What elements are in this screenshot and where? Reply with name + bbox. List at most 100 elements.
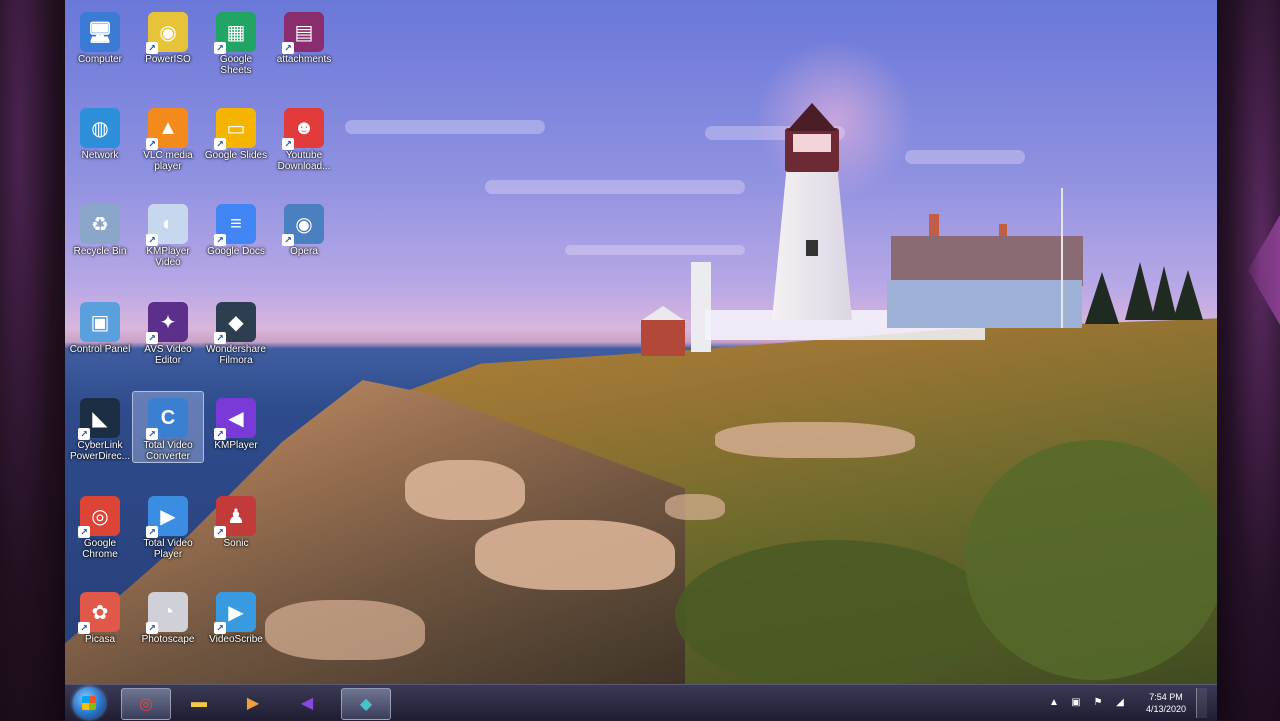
recording-frame-right: [1217, 0, 1280, 720]
folder-icon: ▬: [191, 694, 207, 711]
desktop-icon-label: Google Sheets: [219, 54, 253, 76]
recording-frame-left: [0, 0, 65, 720]
desktop-icon-videoscribe[interactable]: ▶ ↗ VideoScribe: [201, 586, 271, 645]
desktop-icon-label: Sonic: [223, 538, 249, 549]
desktop-icon-label: Total Video Player: [143, 538, 193, 560]
powerdirector-icon: ◣ ↗: [78, 398, 120, 440]
chrome-icon: ◎: [139, 696, 153, 713]
desktop-icon-opera[interactable]: ◉ ↗ Opera: [269, 198, 339, 257]
desktop-icon-label: KMPlayer Video: [146, 246, 190, 268]
flag-icon[interactable]: ⚑: [1092, 697, 1104, 709]
desktop-icon-label: Photoscape: [141, 634, 195, 645]
taskbar-chrome-button[interactable]: ◎: [121, 688, 171, 720]
desktop-icon-label: Opera: [290, 246, 318, 257]
desktop-icon-google-docs[interactable]: ≡ ↗ Google Docs: [201, 198, 271, 257]
sonic-icon: ♟ ↗: [214, 496, 256, 538]
shortcut-arrow-icon: ↗: [282, 138, 294, 150]
shortcut-arrow-icon: ↗: [146, 332, 158, 344]
taskbar-kmplayer-button[interactable]: ◀: [283, 688, 331, 718]
desktop-icon-label: Control Panel: [69, 344, 131, 355]
poweriso-icon: ◉ ↗: [146, 12, 188, 54]
desktop-icon-vlc-media-player[interactable]: ▲ ↗ VLC media player: [133, 102, 203, 172]
start-button[interactable]: [73, 687, 105, 719]
desktop-icon-total-video-player[interactable]: ▶ ↗ Total Video Player: [133, 490, 203, 560]
shortcut-arrow-icon: ↗: [214, 526, 226, 538]
desktop-icon-network[interactable]: ◍ Network: [65, 102, 135, 161]
filmora-icon: ◆ ↗: [214, 302, 256, 344]
shortcut-arrow-icon: ↗: [214, 622, 226, 634]
avs-video-editor-icon: ✦ ↗: [146, 302, 188, 344]
desktop-icon-label: Google Chrome: [82, 538, 118, 560]
desktop-icon-label: attachments: [276, 54, 332, 65]
picasa-icon: ✿ ↗: [78, 592, 120, 634]
shortcut-arrow-icon: ↗: [78, 526, 90, 538]
desktop-icon-label: PowerISO: [145, 54, 191, 65]
desktop-icon-poweriso[interactable]: ◉ ↗ PowerISO: [133, 6, 203, 65]
desktop-icon-label: VLC media player: [143, 150, 193, 172]
desktop-icon-label: Computer: [78, 54, 122, 65]
youtube-downloader-icon: ☻ ↗: [282, 108, 324, 150]
desktop-icon-kmplayer-video[interactable]: ◐ ↗ KMPlayer Video: [133, 198, 203, 268]
desktop-icon-total-video-converter[interactable]: C ↗ Total Video Converter: [132, 391, 204, 463]
desktop-icon-computer[interactable]: 🖥 Computer: [65, 6, 135, 65]
desktop-icon-label: KMPlayer: [214, 440, 258, 451]
chevron-up-icon[interactable]: ▲: [1048, 697, 1060, 709]
desktop-icon-google-sheets[interactable]: ▦ ↗ Google Sheets: [201, 6, 271, 76]
desktop-icon-youtube-download[interactable]: ☻ ↗ Youtube Download...: [269, 102, 339, 172]
chrome-icon: ◎ ↗: [78, 496, 120, 538]
taskbar-explorer-button[interactable]: ▬: [175, 688, 223, 718]
desktop-icon-label: Network: [81, 150, 119, 161]
desktop-icon-control-panel[interactable]: ▣ Control Panel: [65, 296, 135, 355]
desktop-icon-google-chrome[interactable]: ◎ ↗ Google Chrome: [65, 490, 135, 560]
desktop-icon-kmplayer[interactable]: ◀ ↗ KMPlayer: [201, 392, 271, 451]
filmora-icon: ◆: [359, 696, 373, 713]
desktop-icon-google-slides[interactable]: ▭ ↗ Google Slides: [201, 102, 271, 161]
desktop-icon-label: Wondershare Filmora: [206, 344, 266, 366]
shortcut-arrow-icon: ↗: [146, 622, 158, 634]
clock[interactable]: 7:54 PM 4/13/2020: [1146, 691, 1186, 715]
shortcut-arrow-icon: ↗: [146, 138, 158, 150]
desktop-icon-photoscape[interactable]: ◔ ↗ Photoscape: [133, 586, 203, 645]
eye-icon: ◉ ↗: [282, 204, 324, 246]
desktop-icon-wondershare-filmora[interactable]: ◆ ↗ Wondershare Filmora: [201, 296, 271, 366]
play-icon: ▶ ↗: [146, 496, 188, 538]
desktop-icon-label: Google Docs: [207, 246, 265, 257]
taskbar: ◎ ▬ ▶ ◀ ◆ ▲ ▣ ⚑ ◢ 7:54 PM 4/13/2020: [65, 684, 1217, 721]
desktop-icon-avs-video-editor[interactable]: ✦ ↗ AVS Video Editor: [133, 296, 203, 366]
desktop-icon-label: Youtube Download...: [277, 150, 331, 172]
desktop-icon-recycle-bin[interactable]: ♻ Recycle Bin: [65, 198, 135, 257]
desktop-icon-label: VideoScribe: [209, 634, 263, 645]
kmplayer-icon: ◀: [300, 695, 314, 712]
desktop[interactable]: 🖥 Computer ◉ ↗ PowerISO ▦ ↗ Google Sheets ▤ ↗ atta…: [65, 0, 1217, 684]
system-tray: ▲ ▣ ⚑ ◢ 7:54 PM 4/13/2020: [1048, 688, 1207, 718]
photoscape-icon: ◔ ↗: [146, 592, 188, 634]
volume-icon[interactable]: ◢: [1114, 697, 1126, 709]
desktop-icon-picasa[interactable]: ✿ ↗ Picasa: [65, 586, 135, 645]
desktop-icon-label: Picasa: [84, 634, 115, 645]
kmplayer-icon: ◀ ↗: [214, 398, 256, 440]
desktop-icon-label: Total Video Converter: [143, 440, 193, 462]
network-tray-icon[interactable]: ▣: [1070, 697, 1082, 709]
desktop-icon-attachments[interactable]: ▤ ↗ attachments: [269, 6, 339, 65]
desktop-icon-label: CyberLink PowerDirec...: [69, 440, 130, 462]
desktop-icon-sonic[interactable]: ♟ ↗ Sonic: [201, 490, 271, 549]
media-player-icon: ▶: [246, 695, 260, 712]
computer-icon: 🖥: [80, 12, 120, 52]
desktop-icon-cyberlink-powerdirec[interactable]: ◣ ↗ CyberLink PowerDirec...: [65, 392, 135, 462]
google-slides-icon: ▭ ↗: [214, 108, 256, 150]
videoscribe-icon: ▶ ↗: [214, 592, 256, 634]
google-docs-icon: ≡ ↗: [214, 204, 256, 246]
taskbar-filmora-button[interactable]: ◆: [341, 688, 391, 720]
shortcut-arrow-icon: ↗: [214, 234, 226, 246]
kmplayer-video-icon: ◐ ↗: [146, 204, 188, 246]
recycle-bin-icon: ♻: [80, 204, 120, 244]
shortcut-arrow-icon: ↗: [146, 428, 158, 440]
taskbar-media-button[interactable]: ▶: [229, 688, 277, 718]
vlc-cone-icon: ▲ ↗: [146, 108, 188, 150]
shortcut-arrow-icon: ↗: [214, 428, 226, 440]
show-desktop-button[interactable]: [1196, 688, 1207, 718]
shortcut-arrow-icon: ↗: [146, 526, 158, 538]
shortcut-arrow-icon: ↗: [282, 42, 294, 54]
desktop-icon-label: Google Slides: [204, 150, 268, 161]
clock-date: 4/13/2020: [1145, 704, 1186, 714]
